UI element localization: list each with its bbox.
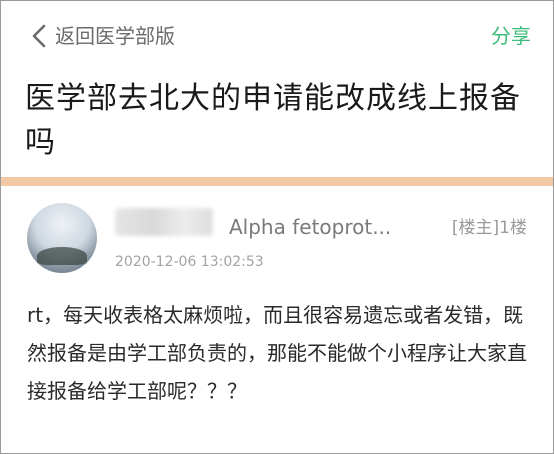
- post-content: rt，每天收表格太麻烦啦，而且很容易遗忘或者发错，既然报备是由学工部负责的，那能…: [27, 303, 527, 403]
- back-button[interactable]: 返回医学部版: [55, 23, 175, 49]
- top-bar: 返回医学部版 分享: [1, 1, 553, 73]
- share-button[interactable]: 分享: [491, 23, 531, 49]
- author-name[interactable]: Alpha fetoprot...: [229, 213, 391, 241]
- floor-tag: [楼主]1楼: [451, 218, 527, 238]
- section-divider: [1, 177, 553, 186]
- post-title: 医学部去北大的申请能改成线上报备吗: [25, 81, 521, 160]
- blurred-username: [115, 208, 213, 236]
- avatar[interactable]: [27, 203, 97, 273]
- chevron-left-icon[interactable]: [29, 23, 51, 49]
- post-timestamp: 2020-12-06 13:02:53: [115, 254, 264, 270]
